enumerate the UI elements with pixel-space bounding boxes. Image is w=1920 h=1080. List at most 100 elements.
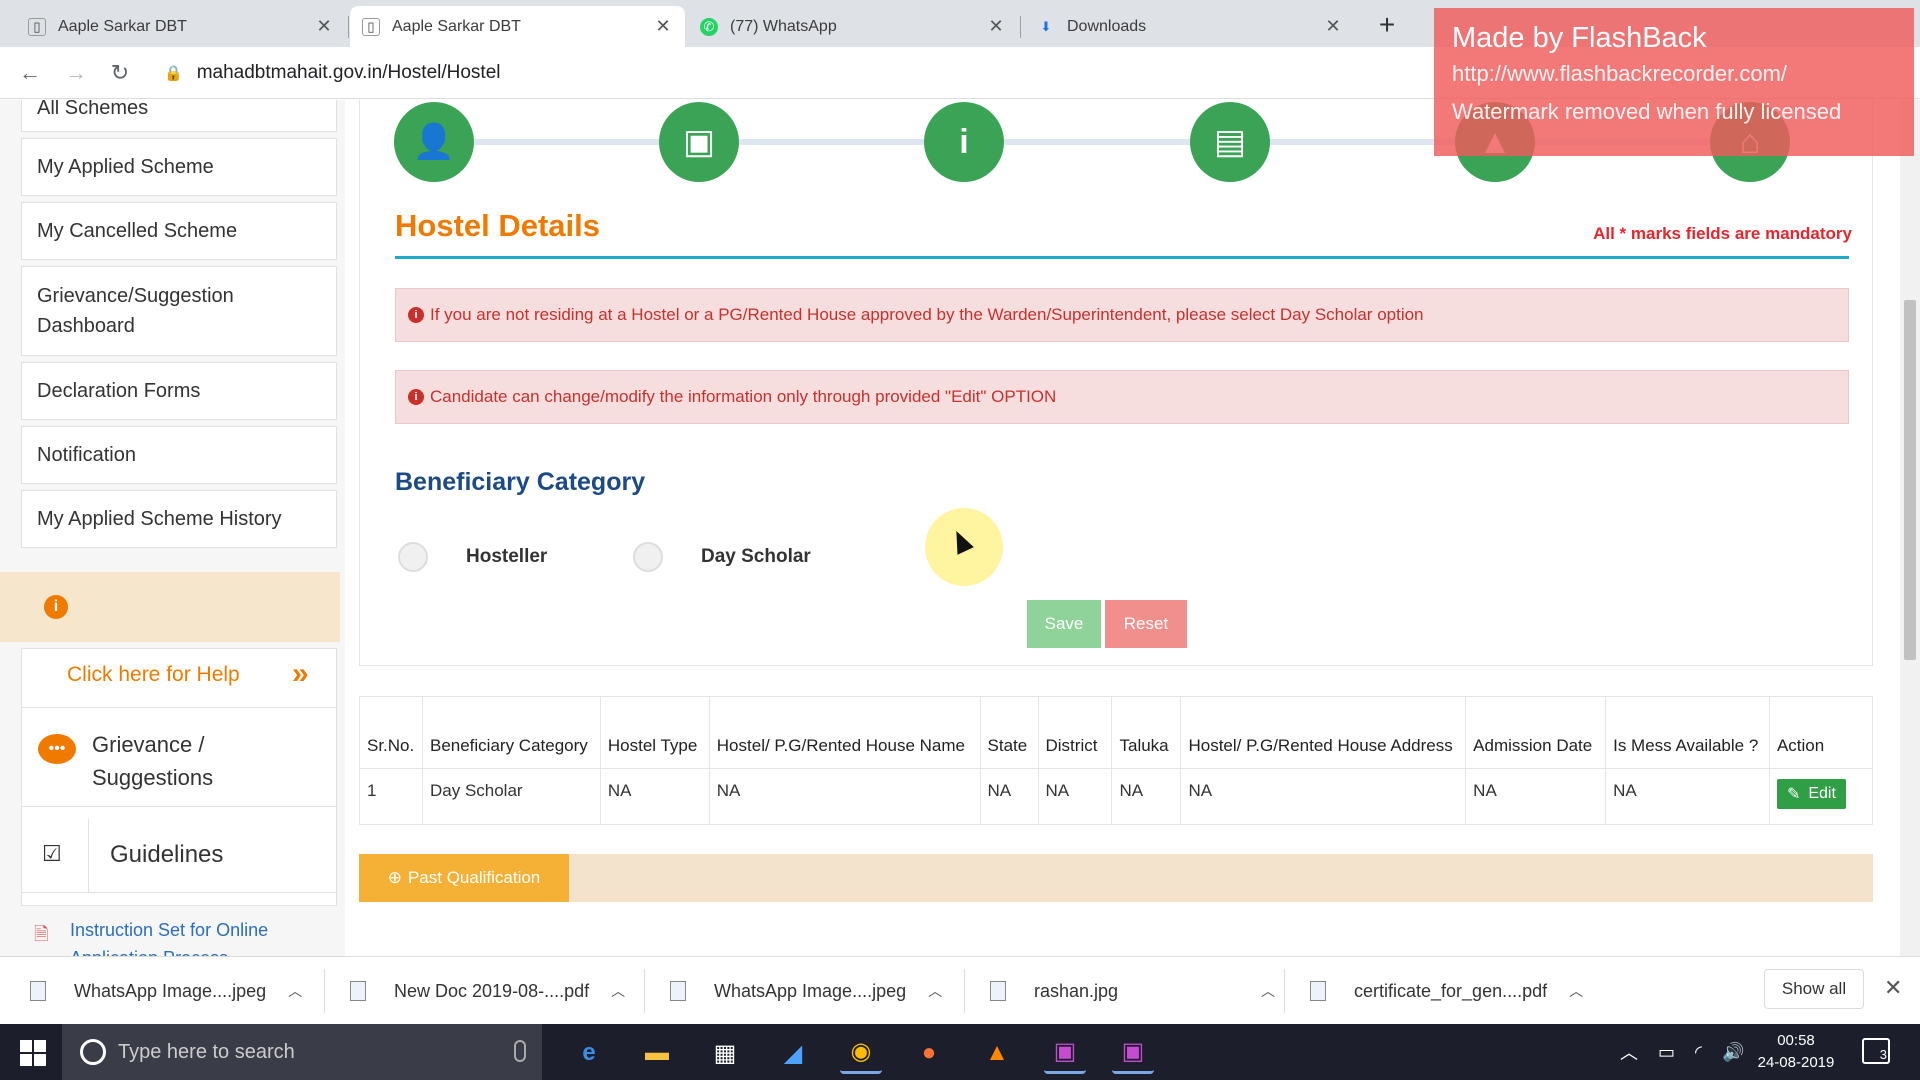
reset-button[interactable]: Reset xyxy=(1105,600,1187,648)
table-cell: NA xyxy=(708,768,981,825)
recorder-icon[interactable]: ▣ xyxy=(1044,1032,1086,1074)
clock[interactable]: 00:58 24-08-2019 xyxy=(1754,1030,1838,1074)
close-icon[interactable]: ✕ xyxy=(653,16,673,37)
address-book-icon[interactable]: ▣ xyxy=(659,102,739,182)
wifi-icon[interactable]: ◜ xyxy=(1695,1042,1702,1063)
forward-icon[interactable]: → xyxy=(60,57,92,89)
firefox-icon[interactable]: ● xyxy=(908,1032,950,1074)
windows-start-icon[interactable] xyxy=(20,1040,46,1066)
browser-tab[interactable]: ⬇ Downloads ✕ xyxy=(1025,6,1355,47)
guidelines-label: Guidelines xyxy=(110,841,224,868)
chevron-up-icon[interactable]: ︿ xyxy=(1569,981,1583,1001)
sidebar-item-notification[interactable]: Notification xyxy=(21,426,337,484)
edit-label: Edit xyxy=(1808,785,1836,802)
sidebar-item-label: Notification xyxy=(37,444,136,466)
image-file-icon xyxy=(990,981,1006,1001)
close-icon[interactable]: ✕ xyxy=(314,16,334,37)
download-item[interactable]: rashan.jpg ︿ xyxy=(990,969,1275,1013)
watermark-line: Watermark removed when fully licensed xyxy=(1452,99,1842,124)
app-icon[interactable]: ◢ xyxy=(772,1032,814,1074)
chevron-up-icon[interactable]: ︿ xyxy=(1261,981,1275,1001)
info-icon[interactable]: i xyxy=(924,102,1004,182)
double-chevron-right-icon[interactable]: » xyxy=(292,657,309,691)
new-tab-button[interactable]: + xyxy=(1370,8,1404,42)
scrollbar-thumb[interactable] xyxy=(1904,300,1916,660)
hosteller-radio[interactable] xyxy=(398,542,428,572)
sidebar-item-label: Declaration Forms xyxy=(37,380,201,402)
browser-tab[interactable]: ✆ (77) WhatsApp ✕ xyxy=(688,6,1018,47)
sidebar-item-declaration-forms[interactable]: Declaration Forms xyxy=(21,362,337,420)
time: 00:58 xyxy=(1777,1032,1815,1049)
chat-bubble-icon: ••• xyxy=(38,734,76,764)
sidebar-item-applied-scheme-history[interactable]: My Applied Scheme History xyxy=(21,490,337,548)
battery-icon[interactable]: ▭ xyxy=(1658,1042,1675,1063)
chrome-icon[interactable]: ◉ xyxy=(840,1032,882,1074)
book-icon[interactable]: ▤ xyxy=(1190,102,1270,182)
save-button[interactable]: Save xyxy=(1027,600,1101,648)
grievance-link[interactable]: ••• Grievance / Suggestions xyxy=(22,707,336,807)
notification-icon[interactable]: 3 xyxy=(1862,1038,1890,1064)
day-scholar-radio[interactable] xyxy=(633,542,663,572)
tab-title: Aaple Sarkar DBT xyxy=(58,17,187,35)
download-item[interactable]: certificate_for_gen....pdf ︿ xyxy=(1310,969,1583,1013)
past-qualification-button[interactable]: ⊕ Past Qualification xyxy=(359,854,569,902)
download-item[interactable]: WhatsApp Image....jpeg ︿ xyxy=(30,969,302,1013)
beneficiary-category-title: Beneficiary Category xyxy=(395,468,646,496)
chevron-up-icon[interactable]: ︿ xyxy=(928,981,942,1001)
table-header: Action xyxy=(1768,696,1874,769)
title-underline xyxy=(395,256,1849,259)
chevron-up-icon[interactable]: ︿ xyxy=(288,981,302,1001)
sidebar-item-my-applied-scheme[interactable]: My Applied Scheme xyxy=(21,138,337,196)
download-filename: WhatsApp Image....jpeg xyxy=(714,980,907,1001)
checkbox-checked-icon: ☑ xyxy=(42,841,62,866)
tab-title: Downloads xyxy=(1067,17,1147,35)
reload-icon[interactable]: ↻ xyxy=(104,57,136,89)
sidebar-item-all-schemes[interactable]: All Schemes xyxy=(21,100,337,132)
instruction-set-link[interactable]: 🗎 Instruction Set for Online Application… xyxy=(34,916,334,956)
downloads-bar: WhatsApp Image....jpeg ︿ New Doc 2019-08-… xyxy=(0,956,1920,1024)
sidebar-item-my-cancelled-scheme[interactable]: My Cancelled Scheme xyxy=(21,202,337,260)
address-bar[interactable]: 🔒 mahadbtmahait.gov.in/Hostel/Hostel xyxy=(164,57,501,89)
tab-separator xyxy=(1020,16,1021,38)
download-filename: New Doc 2019-08-....pdf xyxy=(394,980,590,1001)
edge-icon[interactable]: e xyxy=(568,1032,610,1074)
divider xyxy=(644,969,645,1013)
browser-tab[interactable]: ▯ Aaple Sarkar DBT ✕ xyxy=(16,6,346,47)
help-link[interactable]: Click here for Help xyxy=(67,663,240,687)
table-cell: NA xyxy=(979,768,1039,825)
guidelines-header[interactable]: ☑ Guidelines xyxy=(22,819,336,893)
show-all-button[interactable]: Show all xyxy=(1764,969,1864,1009)
plus-circle-icon: ⊕ xyxy=(387,868,402,887)
tab-separator xyxy=(348,16,349,38)
table-cell: NA xyxy=(1465,768,1607,825)
table-cell: NA xyxy=(599,768,710,825)
table-header: Beneficiary Category xyxy=(421,696,601,769)
close-icon[interactable]: ✕ xyxy=(1884,975,1902,1001)
table-header: Admission Date xyxy=(1465,696,1607,769)
info-icon: i xyxy=(408,307,424,323)
page-scrollbar[interactable] xyxy=(1900,100,1920,956)
close-icon[interactable]: ✕ xyxy=(1323,16,1343,37)
download-item[interactable]: New Doc 2019-08-....pdf ︿ xyxy=(350,969,625,1013)
taskbar-search[interactable]: Type here to search xyxy=(62,1024,542,1080)
back-icon[interactable]: ← xyxy=(14,57,46,89)
chevron-up-icon[interactable]: ︿ xyxy=(611,981,625,1001)
recorder-player-icon[interactable]: ▣ xyxy=(1112,1032,1154,1074)
browser-tab-active[interactable]: ▯ Aaple Sarkar DBT ✕ xyxy=(350,6,685,47)
table-header: Hostel/ P.G/Rented House Name xyxy=(708,696,981,769)
main-content: 👤 ▣ i ▤ ▲ ⌂ Hostel Details All * marks f… xyxy=(345,100,1900,956)
volume-icon[interactable]: 🔊 xyxy=(1722,1042,1744,1063)
chevron-up-icon[interactable]: ︿ xyxy=(1620,1039,1638,1065)
close-icon[interactable]: ✕ xyxy=(986,16,1006,37)
download-icon: ⬇ xyxy=(1040,18,1052,34)
edit-button[interactable]: ✎ Edit xyxy=(1776,779,1846,809)
table-cell: NA xyxy=(1037,768,1113,825)
microphone-icon[interactable] xyxy=(514,1040,526,1062)
store-icon[interactable]: ▦ xyxy=(704,1032,746,1074)
sidebar-item-grievance-dashboard[interactable]: Grievance/Suggestion Dashboard xyxy=(21,266,337,356)
file-explorer-icon[interactable]: ▬ xyxy=(636,1032,678,1074)
vlc-icon[interactable]: ▲ xyxy=(976,1032,1018,1074)
info-icon: i xyxy=(408,389,424,405)
download-item[interactable]: WhatsApp Image....jpeg ︿ xyxy=(670,969,942,1013)
user-icon[interactable]: 👤 xyxy=(394,102,474,182)
